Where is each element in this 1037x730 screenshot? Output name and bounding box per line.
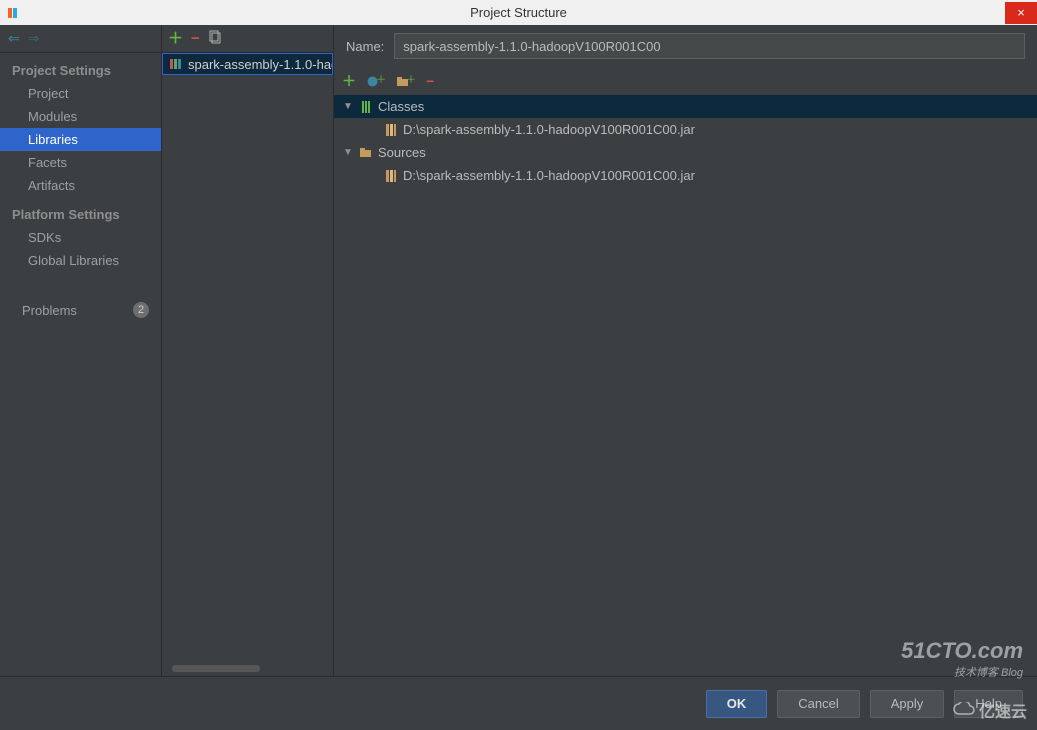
sidebar: ⇐ ⇒ Project Settings Project Modules Lib…: [0, 25, 162, 676]
sidebar-item-problems[interactable]: Problems 2: [0, 298, 161, 322]
problems-count-badge: 2: [133, 302, 149, 318]
sidebar-item-global-libraries[interactable]: Global Libraries: [0, 249, 161, 272]
titlebar: Project Structure ×: [0, 0, 1037, 25]
sidebar-item-sdks[interactable]: SDKs: [0, 226, 161, 249]
expander-icon[interactable]: ▼: [342, 101, 354, 112]
add-library-icon[interactable]: ＋: [168, 31, 183, 46]
app-icon: [6, 5, 22, 21]
library-list-body: spark-assembly-1.1.0-hadoopV100R001C00: [162, 53, 333, 676]
sources-folder-icon: [359, 146, 373, 160]
remove-library-icon[interactable]: −: [191, 31, 200, 46]
tree-node-sources-entry[interactable]: D:\spark-assembly-1.1.0-hadoopV100R001C0…: [334, 164, 1037, 187]
close-button[interactable]: ×: [1005, 2, 1037, 24]
sidebar-item-modules[interactable]: Modules: [0, 105, 161, 128]
tree-node-sources[interactable]: ▼ Sources: [334, 141, 1037, 164]
sidebar-item-artifacts[interactable]: Artifacts: [0, 174, 161, 197]
library-list-toolbar: ＋ −: [162, 25, 333, 53]
copy-library-icon[interactable]: [208, 30, 222, 47]
sidebar-item-facets[interactable]: Facets: [0, 151, 161, 174]
tree-node-classes[interactable]: ▼ Classes: [334, 95, 1037, 118]
detail-toolbar: ＋ ＋ ＋ −: [334, 67, 1037, 95]
library-books-icon: [169, 57, 183, 71]
help-button[interactable]: Help: [954, 690, 1023, 718]
back-arrow-icon[interactable]: ⇐: [8, 30, 20, 47]
add-folder-icon[interactable]: ＋: [396, 75, 416, 88]
expander-icon[interactable]: ▼: [342, 147, 354, 158]
bottom-button-bar: OK Cancel Apply Help: [0, 676, 1037, 730]
tree-node-classes-entry[interactable]: D:\spark-assembly-1.1.0-hadoopV100R001C0…: [334, 118, 1037, 141]
add-root-icon[interactable]: ＋: [342, 74, 356, 88]
window-title: Project Structure: [470, 5, 567, 20]
ok-button[interactable]: OK: [706, 690, 768, 718]
remove-root-icon[interactable]: −: [426, 74, 434, 88]
tree-label: Sources: [378, 145, 426, 160]
name-label: Name:: [346, 39, 384, 54]
jar-icon: [384, 169, 398, 183]
tree-label: Classes: [378, 99, 424, 114]
horizontal-scrollbar[interactable]: [172, 665, 260, 672]
library-list-panel: ＋ − spark-assembly-1.1.0-hadoopV100R001C…: [162, 25, 334, 676]
sidebar-item-libraries[interactable]: Libraries: [0, 128, 161, 151]
forward-arrow-icon[interactable]: ⇒: [28, 30, 40, 47]
apply-button[interactable]: Apply: [870, 690, 945, 718]
tree-entry-label: D:\spark-assembly-1.1.0-hadoopV100R001C0…: [403, 122, 695, 137]
library-roots-tree: ▼ Classes D:\spark-assembly-1.1.0-hadoop…: [334, 95, 1037, 676]
library-list-item[interactable]: spark-assembly-1.1.0-hadoopV100R001C00: [162, 53, 333, 75]
project-settings-heading: Project Settings: [0, 59, 161, 82]
library-name-input[interactable]: [394, 33, 1025, 59]
add-global-icon[interactable]: ＋: [366, 75, 386, 88]
nav-arrows: ⇐ ⇒: [0, 25, 161, 53]
tree-entry-label: D:\spark-assembly-1.1.0-hadoopV100R001C0…: [403, 168, 695, 183]
sidebar-item-project[interactable]: Project: [0, 82, 161, 105]
main-content: ⇐ ⇒ Project Settings Project Modules Lib…: [0, 25, 1037, 676]
library-list-item-label: spark-assembly-1.1.0-hadoopV100R001C00: [188, 57, 333, 72]
name-row: Name:: [334, 25, 1037, 67]
platform-settings-heading: Platform Settings: [0, 203, 161, 226]
detail-panel: Name: ＋ ＋ ＋ − ▼ Classes: [334, 25, 1037, 676]
cancel-button[interactable]: Cancel: [777, 690, 859, 718]
classes-icon: [359, 100, 373, 114]
jar-icon: [384, 123, 398, 137]
